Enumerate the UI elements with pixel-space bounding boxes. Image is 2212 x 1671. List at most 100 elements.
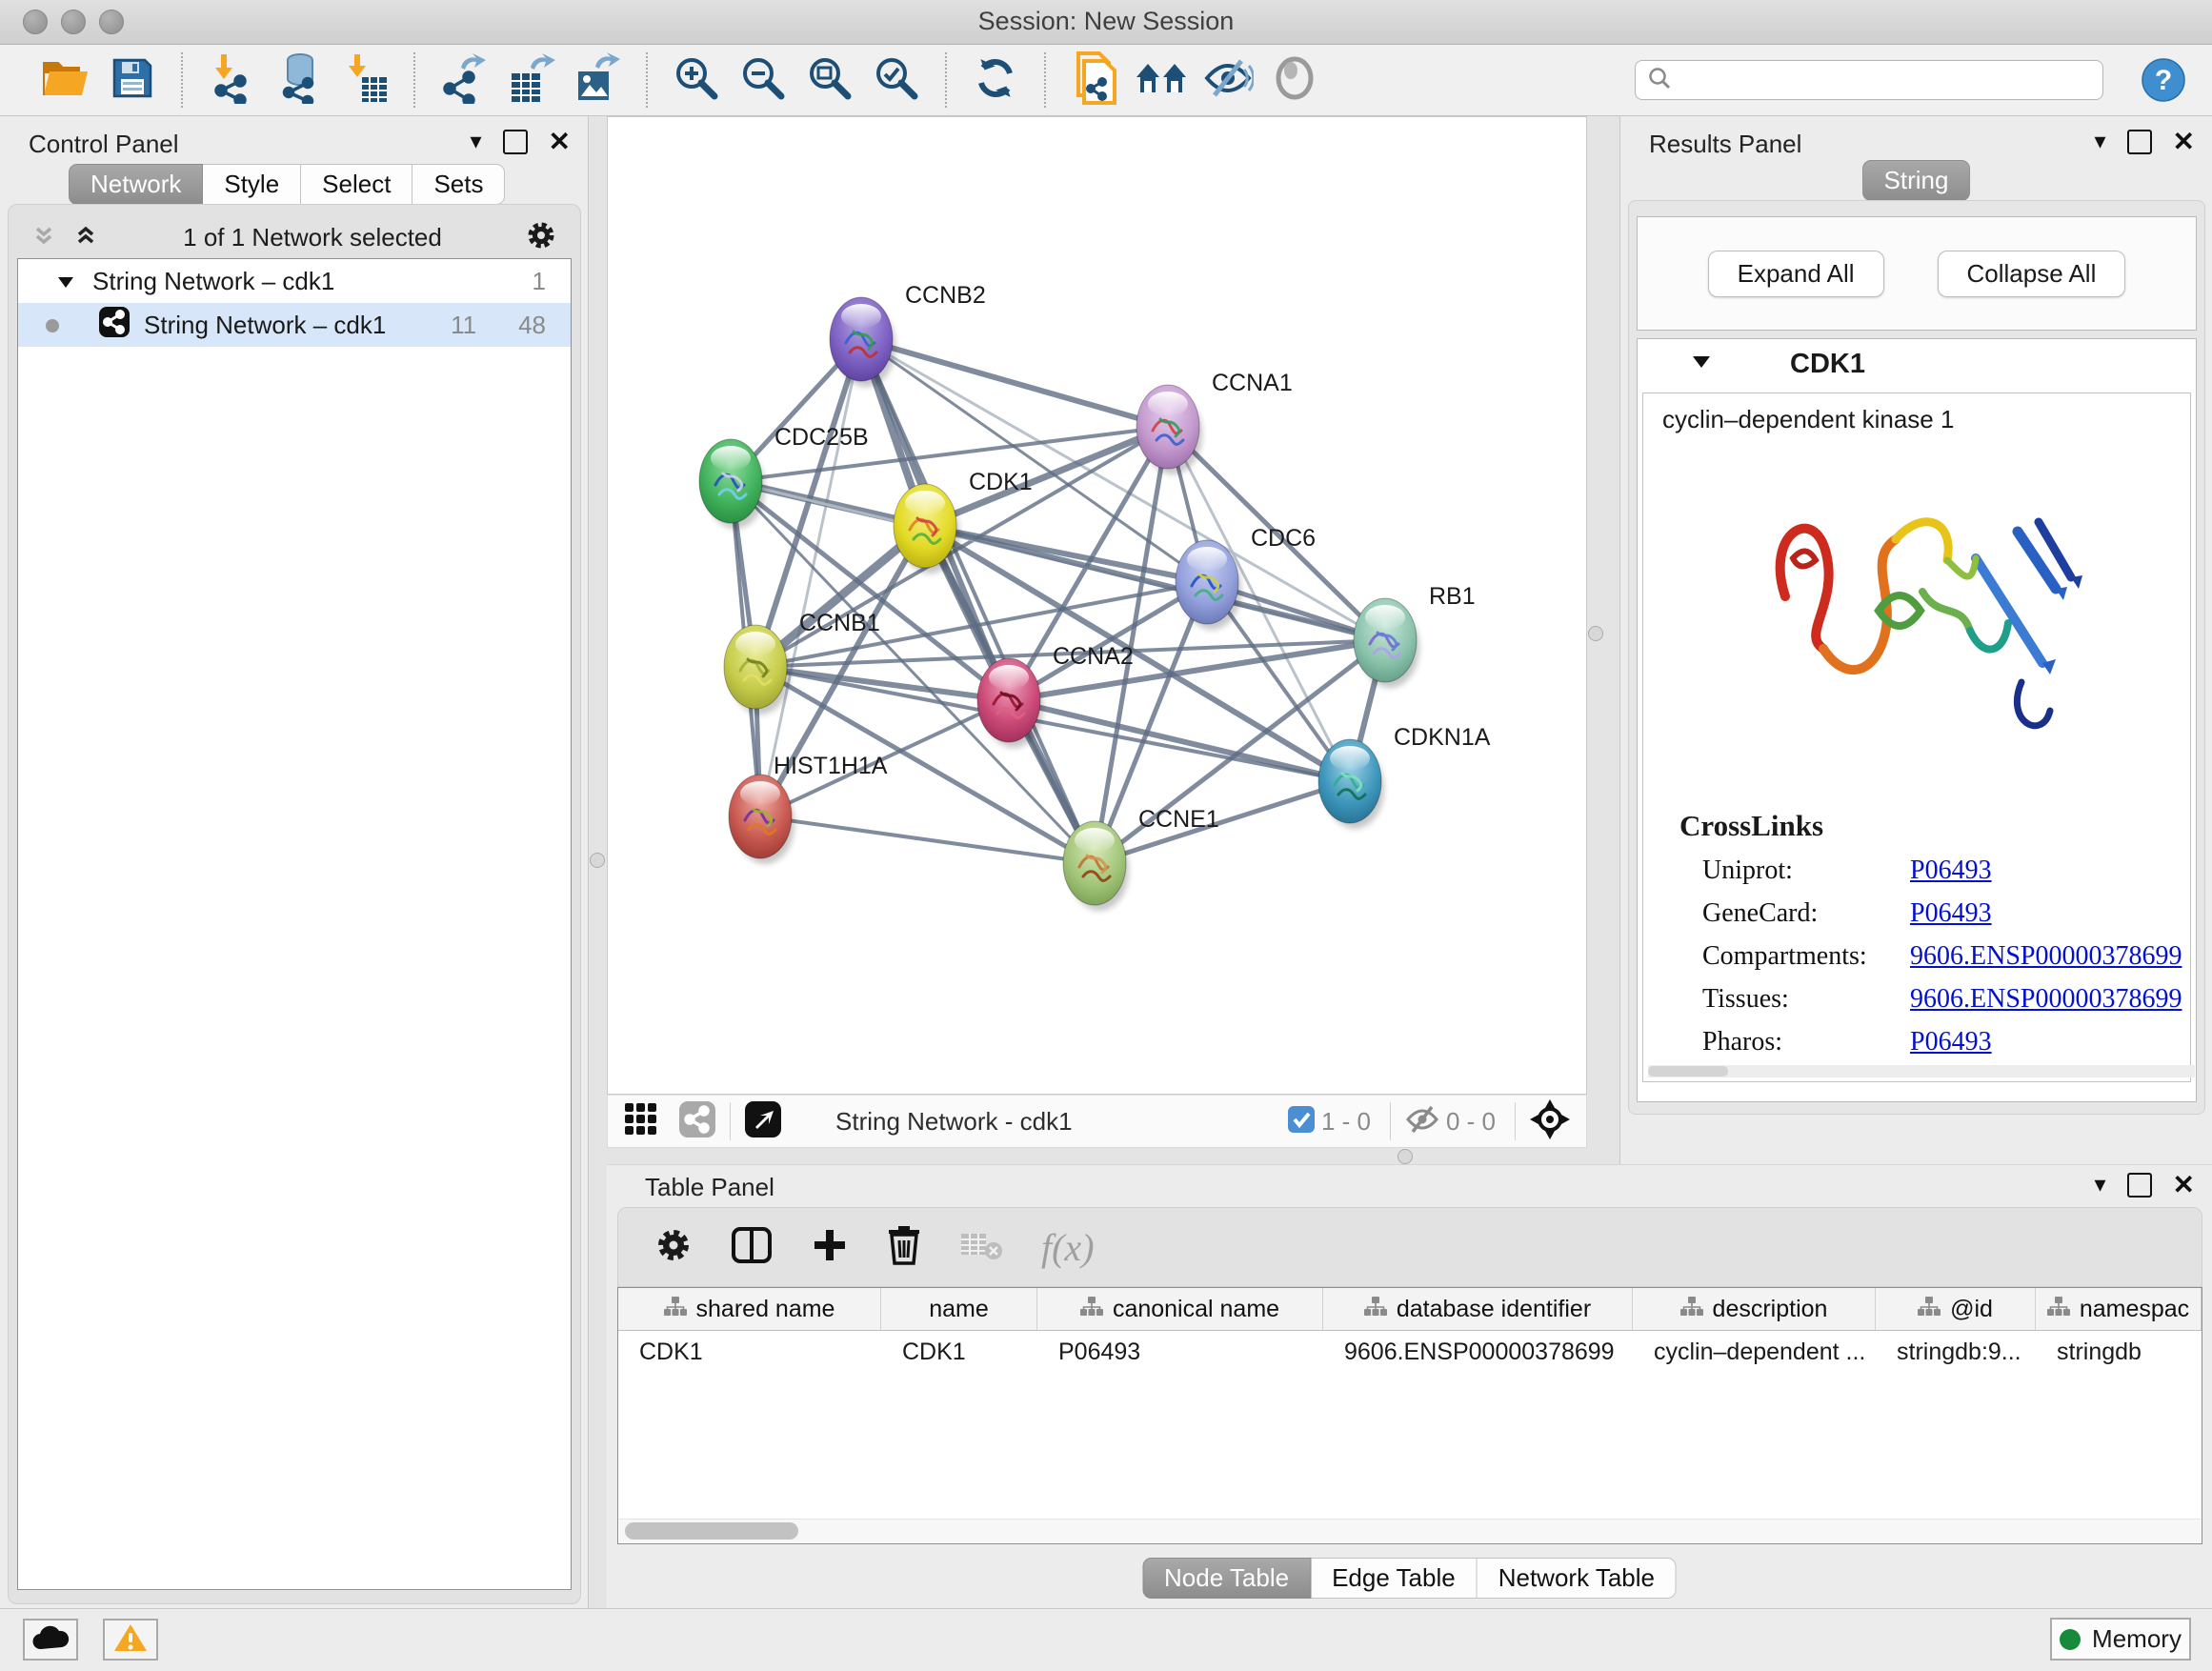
panel-menu-icon[interactable]: ▾: [2094, 128, 2105, 155]
open-session-button[interactable]: [40, 53, 91, 107]
export-network-button[interactable]: [438, 53, 490, 107]
column-header--id[interactable]: @id: [1876, 1288, 2036, 1330]
tab-select[interactable]: Select: [301, 164, 412, 205]
collapse-all-networks-icon[interactable]: [30, 221, 58, 254]
node-CDC6[interactable]: [1176, 540, 1241, 630]
edge-CCNB2-CCNA1[interactable]: [861, 339, 1168, 427]
cloud-button[interactable]: [23, 1619, 78, 1661]
import-table-file-button[interactable]: [339, 53, 391, 107]
column-header-description[interactable]: description: [1633, 1288, 1876, 1330]
export-image-button[interactable]: [572, 53, 623, 107]
node-CCNE1[interactable]: [1063, 821, 1129, 911]
edge-CCNB2-CCNE1[interactable]: [861, 339, 1095, 863]
delete-column-icon[interactable]: [887, 1225, 921, 1270]
function-builder-icon[interactable]: f(x): [1041, 1225, 1095, 1270]
selected-checkbox-icon[interactable]: [1287, 1105, 1316, 1138]
node-RB1[interactable]: [1354, 598, 1419, 688]
node-CDKN1A[interactable]: [1318, 739, 1384, 829]
expand-all-button[interactable]: Expand All: [1708, 251, 1884, 297]
table-cell[interactable]: CDK1: [881, 1331, 1037, 1373]
network-share-icon[interactable]: [678, 1100, 716, 1143]
clone-network-button[interactable]: [1069, 53, 1120, 107]
column-header-shared-name[interactable]: shared name: [618, 1288, 881, 1330]
tab-network-table[interactable]: Network Table: [1478, 1558, 1677, 1599]
close-panel-icon[interactable]: ✕: [2173, 126, 2195, 157]
tab-node-table[interactable]: Node Table: [1142, 1558, 1311, 1599]
gene-collapse-icon[interactable]: [1691, 353, 1712, 375]
right-splitter-handle[interactable]: [1588, 626, 1603, 641]
column-header-database-identifier[interactable]: database identifier: [1323, 1288, 1633, 1330]
expand-all-networks-icon[interactable]: [71, 221, 100, 254]
column-header-namespac[interactable]: namespac: [2036, 1288, 2202, 1330]
panel-menu-icon[interactable]: ▾: [470, 128, 481, 155]
results-horizontal-scrollbar[interactable]: [1648, 1065, 2195, 1077]
edge-HIST1H1A-CCNE1[interactable]: [760, 816, 1095, 863]
import-network-database-button[interactable]: [272, 53, 324, 107]
warnings-button[interactable]: [103, 1619, 158, 1661]
zoom-in-button[interactable]: [671, 53, 722, 107]
search-input[interactable]: [1679, 66, 2083, 94]
add-column-icon[interactable]: [811, 1226, 849, 1269]
hide-selected-button[interactable]: [1202, 53, 1254, 107]
float-panel-icon[interactable]: [503, 130, 528, 154]
table-cell[interactable]: CDK1: [618, 1331, 881, 1373]
table-row[interactable]: CDK1CDK1P064939606.ENSP00000378699cyclin…: [618, 1331, 2202, 1373]
node-CCNB1[interactable]: [724, 625, 790, 715]
left-splitter-handle[interactable]: [590, 853, 605, 868]
crosslink-value-link[interactable]: P06493: [1910, 1027, 1992, 1057]
table-cell[interactable]: stringdb:9...: [1876, 1331, 2036, 1373]
column-header-canonical-name[interactable]: canonical name: [1037, 1288, 1323, 1330]
edge-CDKN1A-CCNE1[interactable]: [1095, 781, 1350, 863]
grid-view-icon[interactable]: [623, 1101, 659, 1142]
tab-style[interactable]: Style: [203, 164, 301, 205]
collection-expand-icon[interactable]: [56, 267, 75, 296]
table-cell[interactable]: cyclin–dependent ...: [1633, 1331, 1876, 1373]
table-cell[interactable]: stringdb: [2036, 1331, 2202, 1373]
table-settings-gear-icon[interactable]: [654, 1226, 693, 1269]
network-row[interactable]: String Network – cdk1 11 48: [18, 303, 571, 347]
zoom-selected-button[interactable]: [871, 53, 922, 107]
table-cell[interactable]: P06493: [1037, 1331, 1323, 1373]
save-session-button[interactable]: [107, 53, 158, 107]
collapse-all-button[interactable]: Collapse All: [1938, 251, 2126, 297]
table-cell[interactable]: 9606.ENSP00000378699: [1323, 1331, 1633, 1373]
network-options-gear-icon[interactable]: [525, 219, 557, 256]
panel-menu-icon[interactable]: ▾: [2094, 1171, 2105, 1198]
tab-network[interactable]: Network: [69, 164, 203, 205]
hidden-eye-icon[interactable]: [1404, 1104, 1440, 1139]
show-all-button[interactable]: [1269, 53, 1320, 107]
network-collection-row[interactable]: String Network – cdk1 1: [18, 259, 571, 303]
edge-CCNB2-HIST1H1A[interactable]: [760, 339, 861, 816]
first-neighbors-button[interactable]: [1136, 53, 1187, 107]
gene-name: CDK1: [1790, 349, 1865, 380]
import-network-file-button[interactable]: [206, 53, 257, 107]
crosslink-value-link[interactable]: P06493: [1910, 856, 1992, 886]
close-panel-icon[interactable]: ✕: [2173, 1169, 2195, 1200]
memory-button[interactable]: Memory: [2050, 1618, 2191, 1661]
crosslink-value-link[interactable]: 9606.ENSP00000378699: [1910, 941, 2182, 972]
node-CCNA2[interactable]: [977, 658, 1043, 748]
tab-sets[interactable]: Sets: [412, 164, 505, 205]
node-CCNB2[interactable]: [830, 297, 895, 387]
show-columns-icon[interactable]: [731, 1226, 773, 1269]
export-table-button[interactable]: [505, 53, 556, 107]
zoom-fit-button[interactable]: [804, 53, 855, 107]
tab-string[interactable]: String: [1862, 160, 1971, 201]
float-panel-icon[interactable]: [2127, 1173, 2152, 1198]
crosslink-value-link[interactable]: 9606.ENSP00000378699: [1910, 984, 2182, 1015]
birdseye-toggle-icon[interactable]: [744, 1100, 782, 1143]
column-header-name[interactable]: name: [881, 1288, 1037, 1330]
apply-layout-button[interactable]: [970, 53, 1021, 107]
network-canvas[interactable]: CCNB2CCNA1CDC25BCDK1CDC6RB1CCNB1CCNA2CDK…: [607, 116, 1587, 1095]
zoom-out-button[interactable]: [737, 53, 789, 107]
table-horizontal-scrollbar[interactable]: [619, 1519, 2201, 1542]
crosslink-value-link[interactable]: P06493: [1910, 898, 1992, 929]
help-button[interactable]: ?: [2142, 58, 2185, 102]
tab-edge-table[interactable]: Edge Table: [1311, 1558, 1478, 1599]
delete-table-icon[interactable]: [959, 1228, 1003, 1267]
float-panel-icon[interactable]: [2127, 130, 2152, 154]
close-panel-icon[interactable]: ✕: [549, 126, 571, 157]
node-HIST1H1A[interactable]: [729, 775, 794, 864]
bottom-splitter-handle[interactable]: [1398, 1149, 1413, 1164]
crosshair-icon[interactable]: [1529, 1098, 1571, 1145]
